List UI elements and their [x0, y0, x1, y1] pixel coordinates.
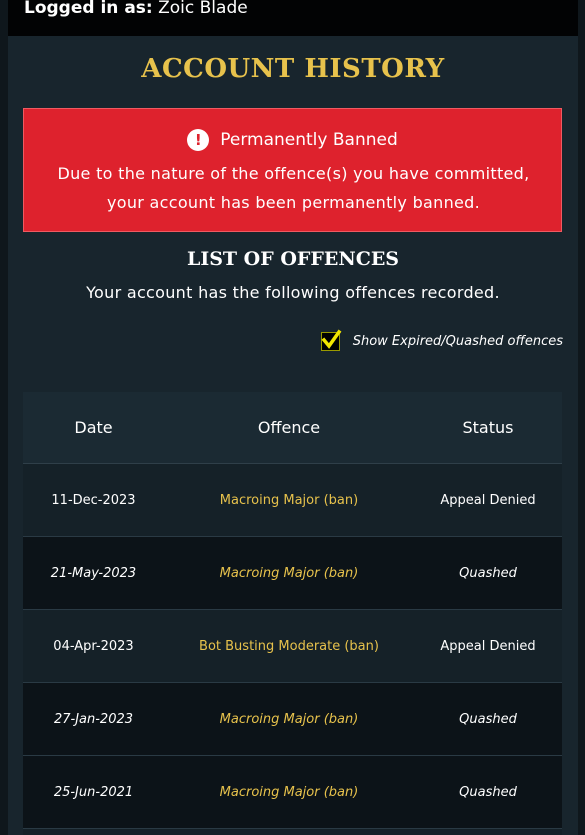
offence-name[interactable]: Macroing Major (ban) [164, 785, 414, 800]
checkmark-icon [321, 329, 342, 349]
offences-description: Your account has the following offences … [86, 283, 500, 302]
login-status: Logged in as: Zoic Blade [24, 0, 248, 18]
offence-status: Quashed [459, 784, 517, 800]
alert-icon: ! [187, 129, 210, 151]
username: Zoic Blade [158, 0, 248, 18]
show-expired-toggle[interactable]: Show Expired/Quashed offences [320, 329, 563, 351]
offence-name[interactable]: Macroing Major (ban) [164, 712, 414, 727]
column-header-status[interactable]: Status [414, 418, 562, 437]
table-header: Date Offence Status [23, 392, 562, 464]
offence-date: 21-May-2023 [50, 565, 137, 581]
offence-date: 27-Jan-2023 [53, 711, 134, 727]
offence-name[interactable]: Macroing Major (ban) [164, 566, 414, 581]
page-title: ACCOUNT HISTORY [141, 54, 445, 84]
offence-status: Appeal Denied [440, 638, 536, 654]
table-row: 04-Apr-2023 Bot Busting Moderate (ban) A… [23, 610, 562, 683]
page: Logged in as: Zoic Blade ACCOUNT HISTORY… [0, 0, 585, 835]
offences-title: LIST OF OFFENCES [186, 248, 400, 270]
table-row: 25-Jun-2021 Macroing Major (ban) Quashed [23, 756, 562, 829]
ban-notice-header: ! Permanently Banned [24, 129, 561, 151]
show-expired-checkbox[interactable] [320, 329, 342, 351]
show-expired-label[interactable]: Show Expired/Quashed offences [353, 334, 563, 349]
column-header-offence[interactable]: Offence [164, 418, 414, 437]
ban-notice-title: Permanently Banned [220, 130, 398, 150]
offence-status: Quashed [459, 711, 517, 727]
top-bar: Logged in as: Zoic Blade [8, 0, 578, 36]
table-row: 11-Dec-2023 Macroing Major (ban) Appeal … [23, 464, 562, 537]
table-row: 21-May-2023 Macroing Major (ban) Quashed [23, 537, 562, 610]
offence-name[interactable]: Macroing Major (ban) [164, 493, 414, 508]
account-history-panel: ACCOUNT HISTORY ! Permanently Banned Due… [8, 36, 578, 835]
offence-date: 11-Dec-2023 [51, 492, 136, 508]
offence-date: 04-Apr-2023 [53, 638, 134, 654]
offences-table: Date Offence Status 11-Dec-2023 Macroing… [23, 392, 562, 835]
offence-date: 25-Jun-2021 [53, 784, 134, 800]
offence-status: Quashed [459, 565, 517, 581]
ban-notice-message: Due to the nature of the offence(s) you … [57, 164, 530, 212]
table-row: 27-Jan-2023 Macroing Major (ban) Quashed [23, 683, 562, 756]
ban-notice: ! Permanently Banned Due to the nature o… [23, 108, 562, 232]
logged-in-label: Logged in as: [24, 0, 153, 18]
column-header-date[interactable]: Date [23, 418, 164, 437]
table-row-partial [23, 829, 562, 835]
offence-status: Appeal Denied [440, 492, 536, 508]
offence-name[interactable]: Bot Busting Moderate (ban) [164, 639, 414, 654]
